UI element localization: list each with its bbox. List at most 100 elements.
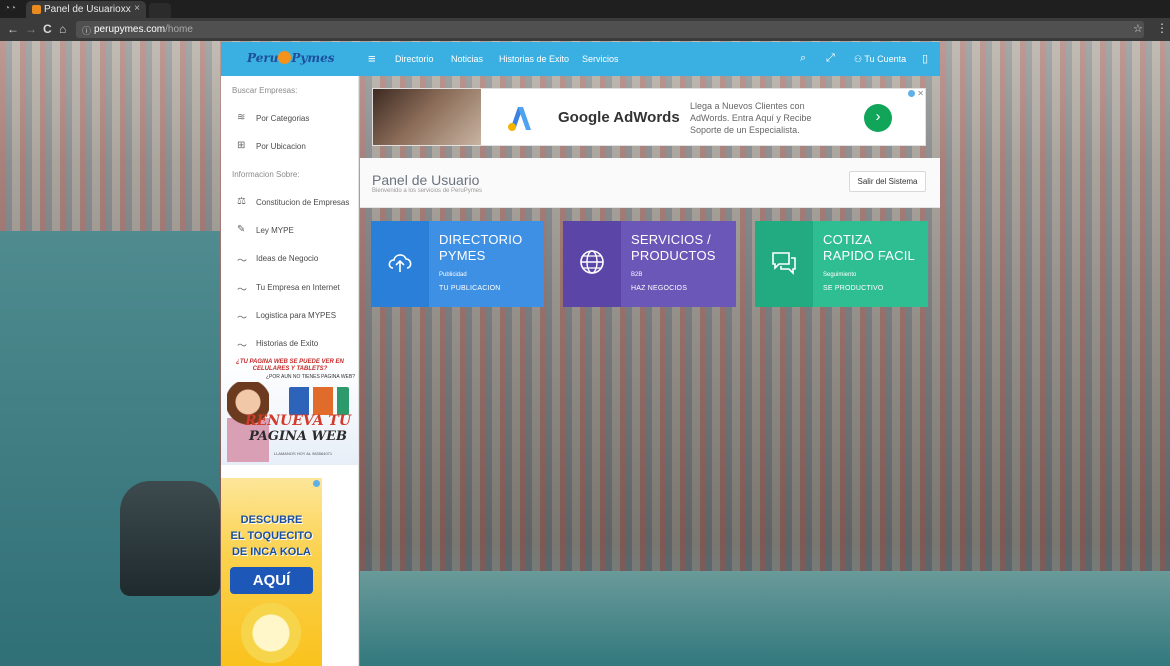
incognito-icon: ◔◔ <box>4 3 17 14</box>
forward-icon[interactable]: → <box>25 22 37 36</box>
tile-directorio-pymes[interactable]: DIRECTORIO PYMES Publicidad TU PUBLICACIO… <box>371 221 544 307</box>
tile-icon-panel <box>563 221 621 307</box>
ad-inka-button[interactable]: AQUÍ <box>230 567 313 594</box>
tile-action[interactable]: SE PRODUCTIVO <box>823 285 884 292</box>
search-icon[interactable]: ⌕ <box>800 52 806 65</box>
sidebar-item-ideas[interactable]: 〜 Ideas de Negocio <box>221 246 359 270</box>
tile-cotiza[interactable]: COTIZA RAPIDO FACIL Seguimiento SE PRODUC… <box>755 221 928 307</box>
fullscreen-icon[interactable]: ⤢ <box>826 52 835 65</box>
ad-web-phone: LLAMANOS HOY AL 983564071 <box>273 451 333 456</box>
tile-action[interactable]: HAZ NEGOCIOS <box>631 285 687 292</box>
sea-water <box>360 571 1170 666</box>
sidebar-item-ley-mype[interactable]: ✎ Ley MYPE <box>221 218 359 242</box>
ad-banner-description: Llega a Nuevos Clientes con AdWords. Ent… <box>690 101 812 135</box>
trend-icon: 〜 <box>237 285 247 296</box>
grid-icon: ⊞ <box>237 140 246 151</box>
account-link[interactable]: ⚇ Tu Cuenta <box>854 54 906 65</box>
sidebar-heading-buscar: Buscar Empresas: <box>232 86 298 95</box>
home-icon[interactable]: ⌂ <box>59 22 66 36</box>
trend-icon: 〜 <box>237 341 247 352</box>
ad-web-sub: ¿POR AUN NO TIENES PAGINA WEB? <box>265 374 355 380</box>
nav-link-directorio[interactable]: Directorio <box>395 54 434 64</box>
site-logo[interactable]: Peru Pymes <box>247 51 334 65</box>
sidebar-item-label: Historias de Exito <box>256 339 319 348</box>
nav-link-noticias[interactable]: Noticias <box>451 54 483 64</box>
url-path: /home <box>165 24 193 35</box>
sidebar-item-constitucion[interactable]: ⚖ Constitucion de Empresas <box>221 190 359 214</box>
tile-icon-panel <box>755 221 813 307</box>
sidebar-item-label: Por Categorias <box>256 114 310 123</box>
tile-action[interactable]: TU PUBLICACION <box>439 285 501 292</box>
sidebar-item-ubicacion[interactable]: ⊞ Por Ubicacion <box>221 134 359 158</box>
tile-servicios-productos[interactable]: SERVICIOS / PRODUCTOS B2B HAZ NEGOCIOS <box>563 221 736 307</box>
url-domain: perupymes.com <box>94 24 166 35</box>
ad-inka-line1: DESCUBRE <box>240 514 303 526</box>
sidebar-item-label: Ley MYPE <box>256 226 294 235</box>
new-tab-button[interactable] <box>149 3 171 18</box>
browser-menu-icon[interactable]: ⋮ <box>1156 21 1168 35</box>
adwords-logo-icon <box>508 107 531 131</box>
browser-tab[interactable]: Panel de Usuarioxx × <box>26 1 146 18</box>
ad-inca-kola[interactable]: DESCUBRE EL TOQUECITO DE INCA KOLA AQUÍ <box>221 478 322 666</box>
ad-web-line2: PAGINA WEB <box>248 429 348 444</box>
sidebar-item-label: Por Ubicacion <box>256 142 306 151</box>
hamburger-menu-icon[interactable]: ≡ <box>368 51 376 66</box>
bookmark-star-icon[interactable]: ☆ <box>1133 22 1143 35</box>
sidebar-item-logistica[interactable]: 〜 Logistica para MYPES <box>221 303 359 327</box>
ad-inka-line3: DE INCA KOLA <box>231 546 312 558</box>
account-label: Tu Cuenta <box>864 54 907 64</box>
adchoices-icon[interactable] <box>908 90 915 97</box>
globe-icon <box>580 250 604 274</box>
cloud-upload-icon <box>388 254 412 272</box>
top-navbar: Peru Pymes ≡ Directorio Noticias Historia… <box>221 42 940 76</box>
tile-title: DIRECTORIO PYMES <box>439 232 523 263</box>
sidebar-item-label: Ideas de Negocio <box>256 254 319 263</box>
ad-google-adwords[interactable]: Google AdWords Llega a Nuevos Clientes c… <box>372 88 926 146</box>
favicon-icon <box>32 5 41 14</box>
tab-title: Panel de Usuarioxx <box>44 4 131 15</box>
logout-button[interactable]: Salir del Sistema <box>849 171 926 192</box>
logo-circle-icon <box>278 51 292 64</box>
harbor-water <box>0 231 220 666</box>
sidebar-item-label: Logistica para MYPES <box>256 311 337 320</box>
tab-close-icon[interactable]: × <box>134 3 140 14</box>
sidebar-item-historias[interactable]: 〜 Historias de Exito <box>221 331 359 355</box>
browser-tabbar: ◔◔ Panel de Usuarioxx × <box>0 0 1170 18</box>
info-icon[interactable]: ⓘ <box>82 24 91 37</box>
logo-text-left: Peru <box>247 51 279 65</box>
page-title: Panel de Usuario <box>372 172 480 188</box>
ad-renueva-pagina-web[interactable]: ¿TU PAGINA WEB SE PUEDE VER EN CELULARES… <box>221 357 358 465</box>
ad-inka-line2: EL TOQUECITO <box>230 530 313 542</box>
tile-title: SERVICIOS / PRODUCTOS <box>631 232 716 263</box>
tile-title: COTIZA RAPIDO FACIL <box>823 232 915 263</box>
sidebar-item-categorias[interactable]: ≋ Por Categorias <box>221 106 359 130</box>
ad-banner-photo <box>373 89 481 145</box>
sidebar-item-label: Tu Empresa en Internet <box>256 283 340 292</box>
layers-icon: ≋ <box>237 112 246 123</box>
ad-banner-brand: Google AdWords <box>558 109 680 126</box>
edit-icon: ✎ <box>237 224 246 235</box>
address-bar[interactable]: ⓘ perupymes.com/home <box>76 21 1144 38</box>
page-subtitle: Bienvenido a los servicios de PeruPymes <box>372 188 483 194</box>
adchoices-icon[interactable] <box>313 480 320 487</box>
back-icon[interactable]: ← <box>7 22 19 36</box>
user-icon: ⚇ <box>854 54 865 64</box>
ad-banner-go-button[interactable]: › <box>864 104 892 132</box>
ship-image <box>120 481 220 596</box>
sidebar-item-internet[interactable]: 〜 Tu Empresa en Internet <box>221 275 359 299</box>
tile-subtitle: Seguimiento <box>823 272 857 278</box>
panel-header: Panel de Usuario Bienvenido a los servic… <box>360 158 940 208</box>
ad-web-line1: RENUEVA TU <box>244 413 352 429</box>
tile-subtitle: B2B <box>631 272 643 278</box>
mobile-icon[interactable]: ▯ <box>922 52 928 65</box>
ad-web-question: ¿TU PAGINA WEB SE PUEDE VER EN CELULARES… <box>236 359 344 372</box>
reload-icon[interactable]: C <box>43 22 52 36</box>
tile-icon-panel <box>371 221 429 307</box>
ad-bubble-image <box>241 603 301 663</box>
tile-subtitle: Publicidad <box>439 272 467 278</box>
ad-close-icon[interactable]: ✕ <box>917 89 924 98</box>
chat-icon <box>772 252 796 275</box>
nav-link-servicios[interactable]: Servicios <box>582 54 619 64</box>
sidebar-item-label: Constitucion de Empresas <box>256 198 350 207</box>
nav-link-historias[interactable]: Historias de Exito <box>499 54 569 64</box>
